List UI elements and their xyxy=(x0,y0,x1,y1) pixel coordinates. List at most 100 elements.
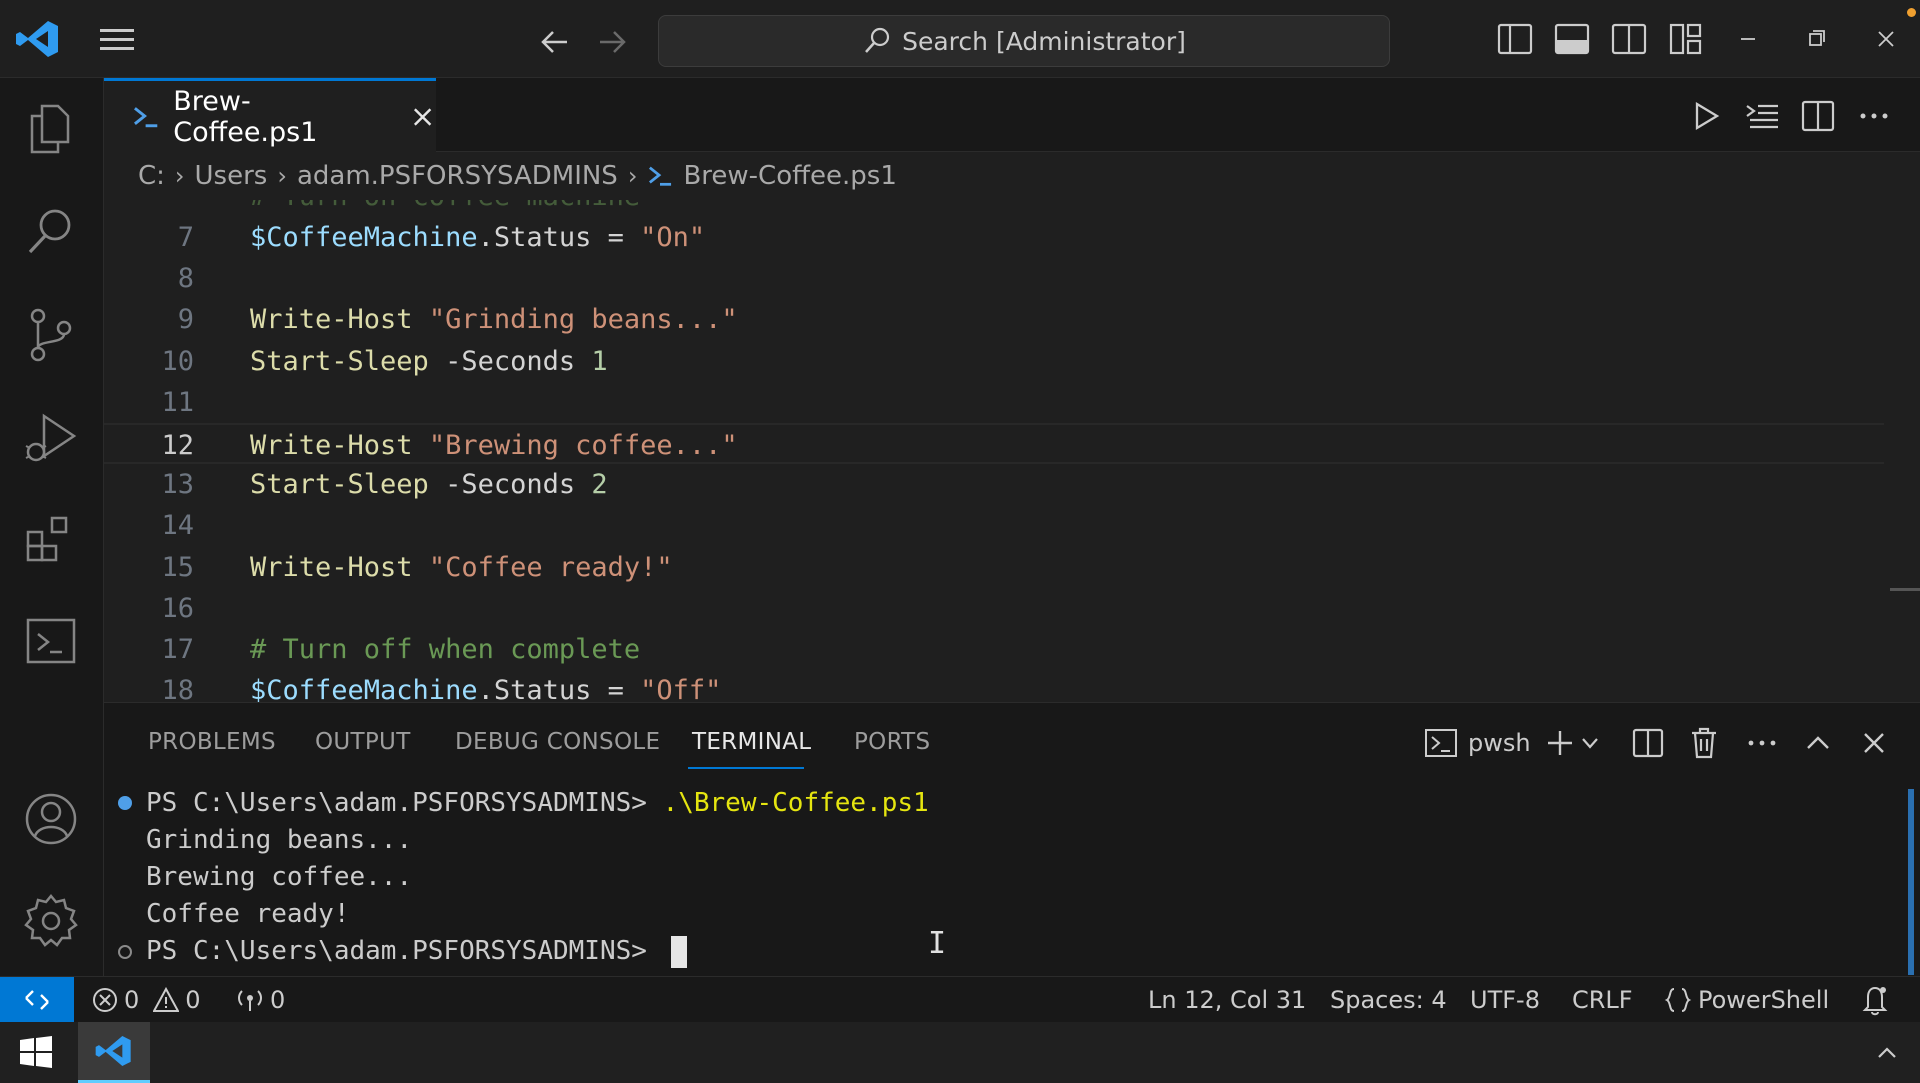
code-line[interactable]: 15 Write-Host "Coffee ready!" xyxy=(104,547,1884,588)
notifications-bell-icon[interactable] xyxy=(1860,977,1890,1023)
indentation[interactable]: Spaces: 4 xyxy=(1330,977,1447,1023)
code-text: # Turn on coffee machine xyxy=(250,200,640,217)
ports-count: 0 xyxy=(270,986,286,1014)
code-text: Write-Host "Coffee ready!" xyxy=(250,547,673,588)
code-token: .Status = xyxy=(477,675,641,702)
close-tab-icon[interactable] xyxy=(409,103,436,131)
more-actions-icon[interactable] xyxy=(1744,723,1780,763)
code-line[interactable]: 14 xyxy=(104,505,1884,546)
vscode-logo-icon[interactable] xyxy=(14,18,62,60)
settings-gear-icon[interactable] xyxy=(22,892,80,950)
remote-indicator[interactable] xyxy=(0,977,74,1023)
source-control-icon[interactable] xyxy=(22,306,80,364)
error-count: 0 xyxy=(124,986,140,1014)
code-line[interactable]: 10 Start-Sleep -Seconds 1 xyxy=(104,341,1884,382)
customize-layout-icon[interactable] xyxy=(1667,20,1705,58)
code-token: # Turn off when complete xyxy=(250,634,641,665)
breadcrumb-user-folder[interactable]: adam.PSFORSYSADMINS xyxy=(297,161,618,191)
toggle-primary-sidebar-icon[interactable] xyxy=(1496,20,1534,58)
line-number: 16 xyxy=(161,592,194,624)
show-hidden-icons-chevron-up-icon[interactable] xyxy=(1872,1038,1902,1068)
line-number: 17 xyxy=(161,634,194,665)
editor-scrollbar-marker[interactable] xyxy=(1890,588,1920,591)
accounts-icon[interactable] xyxy=(22,790,80,848)
vscode-logo-icon xyxy=(95,1036,131,1066)
new-terminal-icon[interactable] xyxy=(1542,723,1578,763)
language-mode[interactable]: PowerShell xyxy=(1664,977,1829,1023)
explorer-icon[interactable] xyxy=(22,100,80,158)
code-token: Write-Host xyxy=(250,304,413,336)
run-and-debug-icon[interactable] xyxy=(22,408,80,466)
line-number: 8 xyxy=(177,263,194,295)
code-token: -Seconds xyxy=(428,469,592,501)
code-line[interactable]: 13 Start-Sleep -Seconds 2 xyxy=(104,464,1884,505)
breadcrumb-file[interactable]: Brew-Coffee.ps1 xyxy=(683,161,896,191)
chevron-right-icon: › xyxy=(627,162,638,190)
terminal-shell-selector[interactable]: pwsh xyxy=(1424,723,1531,763)
code-text: $CoffeeMachine.Status = "On" xyxy=(250,217,705,258)
breadcrumb: C: › Users › adam.PSFORSYSADMINS › Brew-… xyxy=(104,152,1920,200)
code-line-partial: # Turn on coffee machine xyxy=(104,200,1884,217)
code-line[interactable]: 12 Write-Host "Brewing coffee..." xyxy=(104,423,1884,464)
back-arrow-icon[interactable] xyxy=(535,22,575,62)
run-icon[interactable] xyxy=(1686,96,1726,136)
problems-indicator[interactable]: 0 0 xyxy=(92,977,201,1023)
terminal-output[interactable]: PS C:\Users\adam.PSFORSYSADMINS> .\Brew-… xyxy=(104,785,1894,977)
toggle-secondary-sidebar-icon[interactable] xyxy=(1610,20,1648,58)
code-editor[interactable]: # Turn on coffee machine 7 $CoffeeMachine… xyxy=(104,200,1920,702)
remote-icon xyxy=(25,990,49,1010)
chevron-down-icon[interactable] xyxy=(1578,723,1602,763)
windows-start-icon[interactable] xyxy=(14,1032,58,1072)
code-line[interactable]: 11 xyxy=(104,382,1884,423)
extensions-icon[interactable] xyxy=(22,510,80,568)
terminal-scrollbar[interactable] xyxy=(1908,789,1914,975)
close-window-icon[interactable] xyxy=(1866,22,1906,56)
encoding[interactable]: UTF-8 xyxy=(1470,977,1540,1023)
ports-indicator[interactable]: 0 xyxy=(236,977,285,1023)
tab-ports[interactable]: PORTS xyxy=(854,729,930,755)
powershell-file-icon xyxy=(134,106,158,127)
code-token: Start-Sleep xyxy=(250,469,429,501)
tab-brew-coffee[interactable]: Brew-Coffee.ps1 xyxy=(104,78,436,152)
editor-tab-bar: Brew-Coffee.ps1 xyxy=(104,78,1920,152)
terminal-prompt: PS C:\Users\adam.PSFORSYSADMINS> xyxy=(146,936,663,966)
maximize-panel-chevron-up-icon[interactable] xyxy=(1800,723,1836,763)
code-line[interactable]: 9 Write-Host "Grinding beans..." xyxy=(104,299,1884,340)
code-line[interactable]: 16 xyxy=(104,588,1884,629)
split-editor-icon[interactable] xyxy=(1798,96,1838,136)
minimize-icon[interactable] xyxy=(1728,22,1768,56)
tab-output[interactable]: OUTPUT xyxy=(315,729,411,755)
warning-count: 0 xyxy=(185,986,201,1014)
terminal-command-line: PS C:\Users\adam.PSFORSYSADMINS> .\Brew-… xyxy=(146,785,929,822)
more-actions-icon[interactable] xyxy=(1854,96,1894,136)
kill-terminal-trash-icon[interactable] xyxy=(1686,723,1722,763)
close-panel-icon[interactable] xyxy=(1856,723,1892,763)
line-number: 15 xyxy=(161,551,194,583)
split-terminal-icon[interactable] xyxy=(1630,723,1666,763)
code-line[interactable]: 8 xyxy=(104,258,1884,299)
tab-terminal[interactable]: TERMINAL xyxy=(692,729,811,755)
taskbar-vscode[interactable] xyxy=(78,1022,150,1083)
tab-problems[interactable]: PROBLEMS xyxy=(148,729,276,755)
forward-arrow-icon[interactable] xyxy=(592,22,632,62)
terminal-view-icon[interactable] xyxy=(22,612,80,670)
command-center-search[interactable]: Search [Administrator] xyxy=(658,15,1390,67)
restore-icon[interactable] xyxy=(1796,22,1836,56)
hamburger-menu-icon[interactable] xyxy=(98,26,136,54)
command-success-dot[interactable] xyxy=(118,796,132,810)
cursor-position[interactable]: Ln 12, Col 31 xyxy=(1148,977,1306,1023)
code-token: "Off" xyxy=(640,675,722,702)
command-pending-dot[interactable] xyxy=(118,945,132,959)
code-line[interactable]: 7 $CoffeeMachine.Status = "On" xyxy=(104,217,1884,258)
toggle-panel-icon[interactable] xyxy=(1553,20,1591,58)
search-icon[interactable] xyxy=(22,202,80,260)
end-of-line[interactable]: CRLF xyxy=(1572,977,1633,1023)
breadcrumb-drive[interactable]: C: xyxy=(138,161,165,191)
breadcrumb-users[interactable]: Users xyxy=(195,161,268,191)
search-icon xyxy=(865,27,890,53)
code-line[interactable]: 17 # Turn off when complete xyxy=(104,629,1884,670)
code-line[interactable]: 18 $CoffeeMachine.Status = "Off" xyxy=(104,670,1884,702)
windows-taskbar xyxy=(0,1022,1920,1083)
run-selection-icon[interactable] xyxy=(1742,96,1782,136)
tab-debug-console[interactable]: DEBUG CONSOLE xyxy=(455,729,660,755)
